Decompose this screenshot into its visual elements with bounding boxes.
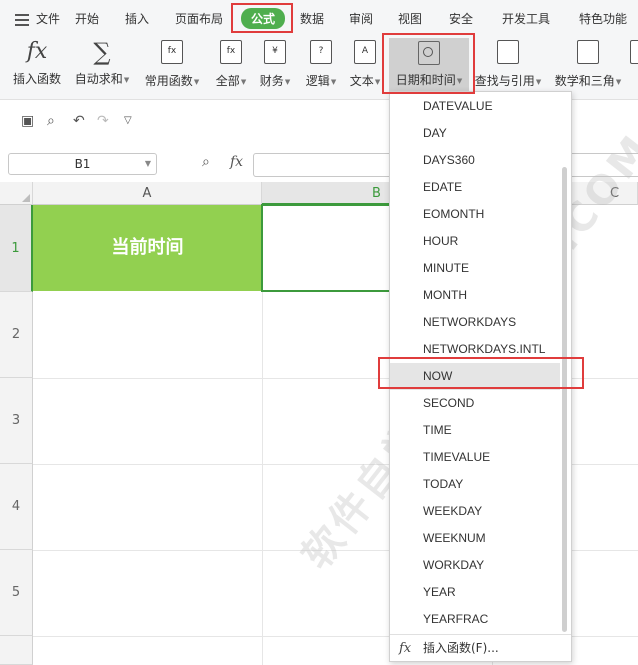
row-header-4[interactable]: 4 <box>0 464 33 550</box>
hamburger-menu-icon[interactable] <box>15 14 29 29</box>
magnifier-book-icon <box>497 40 519 64</box>
sigma-icon: ∑ <box>93 38 111 66</box>
cell-b1-selected[interactable] <box>261 204 401 292</box>
function-item-networkdays[interactable]: NETWORKDAYS <box>390 309 560 336</box>
name-box-value: B1 <box>74 157 91 171</box>
zoom-search-icon[interactable]: ⌕ <box>202 154 210 170</box>
menu-tab-bar: 文件 开始 插入 页面布局 公式 数据 审阅 视图 安全 开发工具 特色功能 <box>0 0 638 38</box>
print-preview-icon[interactable]: ⌕ <box>47 113 55 129</box>
redo-icon[interactable]: ↷ <box>97 113 109 129</box>
function-item-minute[interactable]: MINUTE <box>390 255 560 282</box>
function-item-day[interactable]: DAY <box>390 120 560 147</box>
row-header-6[interactable] <box>0 636 33 665</box>
function-item-today[interactable]: TODAY <box>390 471 560 498</box>
function-item-second[interactable]: SECOND <box>390 390 560 417</box>
fx-icon[interactable]: fx <box>230 154 243 170</box>
tab-view[interactable]: 视图 <box>398 10 422 27</box>
text-functions-button[interactable]: A 文本▼ <box>346 40 384 89</box>
autosum-label: 自动求和 <box>74 72 123 86</box>
math-trig-button[interactable]: 数学和三角▼ <box>553 40 623 89</box>
common-functions-button[interactable]: fx 常用函数▼ <box>143 40 201 89</box>
chevron-down-icon: ▼ <box>144 159 151 168</box>
function-item-yearfrac[interactable]: YEARFRAC <box>390 606 560 633</box>
insert-function-label: 插入函数 <box>12 72 61 86</box>
tab-page-layout[interactable]: 页面布局 <box>175 10 223 27</box>
function-item-weeknum[interactable]: WEEKNUM <box>390 525 560 552</box>
date-time-button[interactable]: 日期和时间▼ <box>389 38 469 92</box>
all-functions-button[interactable]: fx 全部▼ <box>212 40 250 89</box>
common-functions-icon: fx <box>161 40 183 64</box>
math-icon <box>577 40 599 64</box>
all-functions-icon: fx <box>220 40 242 64</box>
function-item-datevalue[interactable]: DATEVALUE <box>390 93 560 120</box>
function-item-timevalue[interactable]: TIMEVALUE <box>390 444 560 471</box>
undo-icon[interactable]: ↶ <box>73 113 85 129</box>
cell-a1[interactable]: 当前时间 <box>33 205 262 291</box>
row-header-1[interactable]: 1 <box>0 205 33 292</box>
function-item-weekday[interactable]: WEEKDAY <box>390 498 560 525</box>
function-item-time[interactable]: TIME <box>390 417 560 444</box>
text-functions-label: 文本 <box>349 74 374 88</box>
more-ribbon-button[interactable] <box>628 40 638 64</box>
save-icon[interactable]: ▣ <box>21 113 34 129</box>
logic-button[interactable]: ? 逻辑▼ <box>302 40 340 89</box>
column-header-a[interactable]: A <box>33 182 262 205</box>
insert-function-menu-label: 插入函数(F)... <box>423 641 499 655</box>
dropdown-scrollbar[interactable] <box>562 167 567 632</box>
function-item-edate[interactable]: EDATE <box>390 174 560 201</box>
row-header-5[interactable]: 5 <box>0 550 33 636</box>
insert-function-menu-item[interactable]: fx 插入函数(F)... <box>390 635 571 662</box>
tab-file[interactable]: 文件 <box>36 10 60 27</box>
tab-data[interactable]: 数据 <box>300 10 324 27</box>
function-item-now[interactable]: NOW <box>390 363 560 390</box>
function-item-year[interactable]: YEAR <box>390 579 560 606</box>
more-icon[interactable]: ▽ <box>124 115 132 126</box>
function-item-days360[interactable]: DAYS360 <box>390 147 560 174</box>
lookup-reference-label: 查找与引用 <box>474 74 535 88</box>
tab-security[interactable]: 安全 <box>449 10 473 27</box>
date-time-label: 日期和时间 <box>395 73 456 87</box>
function-item-month[interactable]: MONTH <box>390 282 560 309</box>
row-header-3[interactable]: 3 <box>0 378 33 464</box>
tab-review[interactable]: 审阅 <box>349 10 373 27</box>
function-item-eomonth[interactable]: EOMONTH <box>390 201 560 228</box>
select-all-corner[interactable] <box>0 182 33 205</box>
date-time-function-dropdown: DATEVALUE DAY DAYS360 EDATE EOMONTH HOUR… <box>389 91 572 662</box>
yen-icon: ¥ <box>264 40 286 64</box>
logic-label: 逻辑 <box>305 74 330 88</box>
autosum-button[interactable]: ∑ 自动求和▼ <box>74 40 130 87</box>
overflow-icon <box>630 40 638 64</box>
finance-label: 财务 <box>259 74 284 88</box>
function-item-networkdays-intl[interactable]: NETWORKDAYS.INTL <box>390 336 560 363</box>
text-a-icon: A <box>354 40 376 64</box>
insert-function-button[interactable]: fx 插入函数 <box>10 40 64 87</box>
math-trig-label: 数学和三角 <box>554 74 615 88</box>
function-icon: fx <box>26 39 48 64</box>
tab-special-features[interactable]: 特色功能 <box>579 10 627 27</box>
common-functions-label: 常用函数 <box>144 74 193 88</box>
clock-icon <box>418 41 440 65</box>
lookup-reference-button[interactable]: 查找与引用▼ <box>473 40 543 89</box>
name-box[interactable]: B1 ▼ <box>8 153 157 175</box>
all-functions-label: 全部 <box>215 74 240 88</box>
function-item-hour[interactable]: HOUR <box>390 228 560 255</box>
tab-home[interactable]: 开始 <box>75 10 99 27</box>
tab-insert[interactable]: 插入 <box>125 10 149 27</box>
function-item-workday[interactable]: WORKDAY <box>390 552 560 579</box>
tab-developer[interactable]: 开发工具 <box>502 10 550 27</box>
finance-button[interactable]: ¥ 财务▼ <box>256 40 294 89</box>
question-icon: ? <box>310 40 332 64</box>
row-header-2[interactable]: 2 <box>0 292 33 378</box>
tab-formulas[interactable]: 公式 <box>241 8 286 29</box>
fx-icon: fx <box>399 641 412 656</box>
